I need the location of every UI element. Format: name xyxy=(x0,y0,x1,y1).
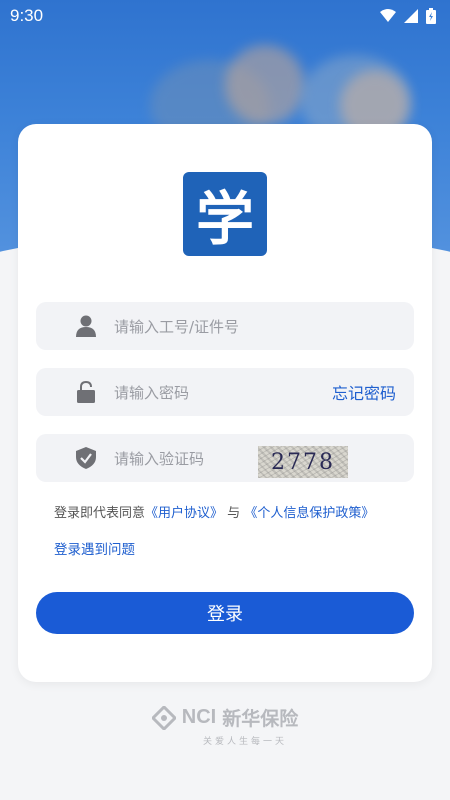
login-button[interactable]: 登录 xyxy=(36,592,414,634)
user-icon xyxy=(75,315,97,337)
captcha-field[interactable]: 请输入验证码 2778 xyxy=(36,434,414,482)
brand-slogan: 关爱人生每一天 xyxy=(202,737,287,747)
brand-logo-icon xyxy=(151,705,176,730)
forgot-password-link[interactable]: 忘记密码 xyxy=(332,380,396,404)
lock-icon xyxy=(75,381,97,403)
battery-icon xyxy=(426,8,436,24)
user-agreement-link[interactable]: 《用户协议》 xyxy=(145,506,223,521)
agreement-text: 登录即代表同意《用户协议》 与 《个人信息保护政策》 xyxy=(54,502,374,521)
status-bar: 9:30 xyxy=(0,0,450,32)
wifi-icon xyxy=(380,9,396,22)
password-input[interactable]: 请输入密码 xyxy=(114,382,189,403)
footer-brand: NCI 新华保险 关爱人生每一天 xyxy=(0,704,450,747)
employee-id-input[interactable]: 请输入工号/证件号 xyxy=(114,316,239,337)
captcha-text: 2778 xyxy=(271,449,335,475)
employee-id-field[interactable]: 请输入工号/证件号 xyxy=(36,302,414,350)
agreement-prefix: 登录即代表同意 xyxy=(54,506,146,521)
status-time: 9:30 xyxy=(10,6,44,25)
agreement-conjunction: 与 xyxy=(227,506,241,521)
signal-icon xyxy=(404,9,418,23)
login-card: 学 请输入工号/证件号 请输入密码 忘记密码 请输入验证码 2778 登录即代表… xyxy=(18,124,432,682)
status-icons xyxy=(380,8,436,24)
brand-name-cn: 新华保险 xyxy=(222,708,299,730)
app-logo-char: 学 xyxy=(195,185,254,253)
brand-name-en: NCI xyxy=(181,706,217,728)
app-logo: 学 xyxy=(183,172,267,256)
privacy-policy-link[interactable]: 《个人信息保护政策》 xyxy=(244,506,374,521)
captcha-input[interactable]: 请输入验证码 xyxy=(114,448,204,469)
shield-check-icon xyxy=(75,447,97,469)
login-trouble-link[interactable]: 登录遇到问题 xyxy=(54,538,135,558)
captcha-image[interactable]: 2778 xyxy=(258,446,348,478)
password-field[interactable]: 请输入密码 忘记密码 xyxy=(36,368,414,416)
hero-photo-person xyxy=(225,45,305,125)
